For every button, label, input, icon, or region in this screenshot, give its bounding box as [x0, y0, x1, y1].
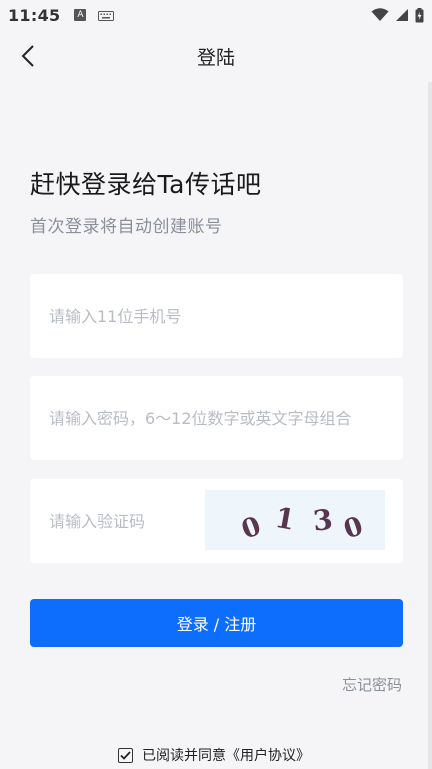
chevron-left-icon: [21, 45, 34, 67]
app-header: 登陆: [0, 30, 432, 82]
password-input[interactable]: [30, 408, 403, 428]
status-bar: 11:45 A: [0, 0, 432, 30]
phone-field-container: [30, 274, 403, 358]
captcha-char: 1: [273, 501, 298, 537]
login-subheading: 首次登录将自动创建账号: [30, 217, 223, 237]
code-field-container: 0 1 3 0: [30, 479, 403, 563]
captcha-char: 0: [340, 511, 366, 545]
checkmark-icon: [120, 750, 131, 760]
login-heading: 赶快登录给Ta传话吧: [30, 170, 262, 199]
login-screen: 11:45 A 登陆 赶快登录给Ta传话吧 首次登录将自动创建账号 请输入11位…: [0, 0, 432, 769]
phone-input[interactable]: [30, 306, 403, 326]
agreement-checkbox[interactable]: [118, 747, 133, 763]
status-icons: [371, 7, 424, 23]
captcha-char: 3: [311, 503, 334, 538]
page-title: 登陆: [196, 46, 235, 69]
captcha-char: 0: [238, 511, 265, 545]
agreement-label[interactable]: 已阅读并同意《用户协议》: [142, 745, 310, 765]
scroll-edge: [428, 82, 432, 769]
forgot-password-link[interactable]: 忘记密码: [342, 674, 402, 695]
captcha-image[interactable]: 0 1 3 0: [205, 490, 385, 550]
verification-code-input[interactable]: [30, 511, 200, 531]
status-time: 11:45: [8, 5, 61, 25]
status-a-icon: A: [74, 9, 87, 21]
battery-icon: [415, 7, 424, 22]
agreement-row: 已阅读并同意《用户协议》: [118, 745, 310, 765]
login-register-button[interactable]: 登录 / 注册: [30, 599, 403, 647]
cell-signal-icon: [396, 9, 408, 21]
wifi-icon: [371, 8, 389, 21]
back-button[interactable]: [14, 42, 42, 70]
keyboard-icon: [98, 10, 115, 21]
password-field-container: [30, 376, 403, 460]
captcha-graphic: 0 1 3 0: [238, 501, 367, 546]
